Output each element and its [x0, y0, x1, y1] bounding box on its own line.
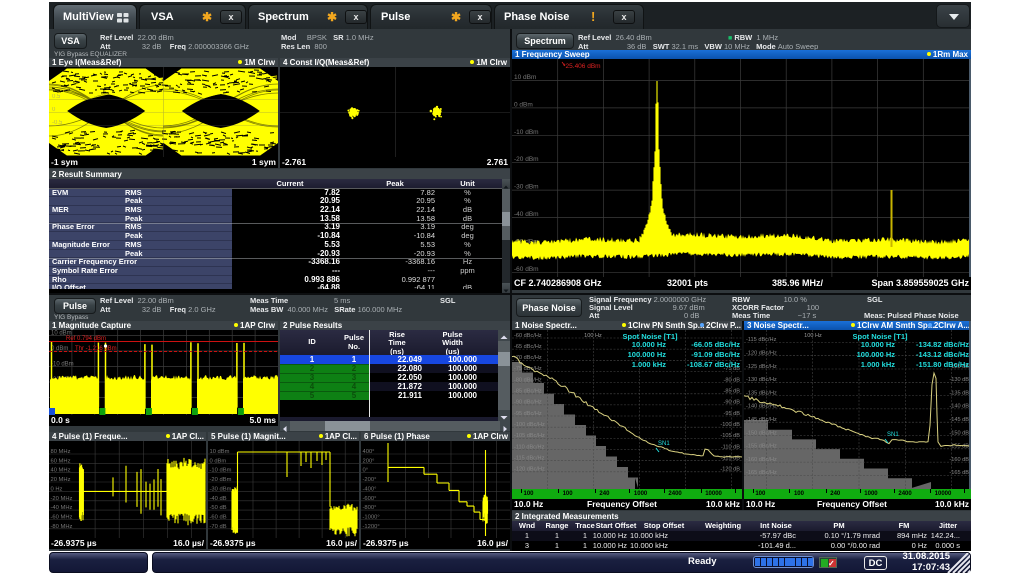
- svg-text:20 MHz: 20 MHz: [51, 477, 71, 483]
- svg-text:0 dBm: 0 dBm: [210, 458, 227, 464]
- svg-text:60 MHz: 60 MHz: [51, 458, 71, 464]
- svg-text:-95 dB: -95 dB: [724, 411, 741, 417]
- svg-text:-110 dB: -110 dB: [721, 444, 740, 450]
- svg-text:10.000 Hz: 10.000 Hz: [632, 340, 666, 349]
- svg-text:*25.406 dBm: *25.406 dBm: [563, 63, 601, 70]
- svg-text:-0.5: -0.5: [52, 120, 63, 126]
- svg-text:-90 dB: -90 dB: [724, 400, 741, 406]
- svg-text:-80 dBc/Hz: -80 dBc/Hz: [514, 377, 542, 383]
- svg-text:-60 dBc/Hz: -60 dBc/Hz: [514, 333, 542, 339]
- svg-text:0 Hz: 0 Hz: [51, 486, 63, 492]
- svg-text:-200°: -200°: [363, 477, 377, 483]
- svg-text:-10 dBm: -10 dBm: [210, 468, 232, 474]
- svg-text:-85 dB: -85 dB: [724, 389, 741, 395]
- svg-text:-120 dBc/Hz: -120 dBc/Hz: [746, 351, 777, 357]
- svg-text:-160 dB: -160 dB: [949, 457, 969, 463]
- svg-text:-115 dBc/Hz: -115 dBc/Hz: [514, 456, 545, 462]
- svg-text:-130 dBc/Hz: -130 dBc/Hz: [746, 377, 777, 383]
- svg-text:100.000 Hz: 100.000 Hz: [857, 350, 896, 359]
- svg-text:-30 dBm: -30 dBm: [210, 486, 232, 492]
- svg-text:-145 dB: -145 dB: [949, 417, 969, 423]
- svg-text:-125 dBc/Hz: -125 dBc/Hz: [746, 364, 777, 370]
- svg-text:-130 dB: -130 dB: [949, 377, 969, 383]
- svg-text:100 Hz: 100 Hz: [804, 333, 822, 339]
- svg-text:-50 dB: -50 dB: [210, 505, 227, 511]
- svg-text:0.5: 0.5: [52, 94, 61, 100]
- svg-text:-600°: -600°: [363, 496, 377, 502]
- svg-text:100.000 Hz: 100.000 Hz: [628, 350, 667, 359]
- svg-text:-10 dBm: -10 dBm: [514, 129, 539, 136]
- svg-text:-135 dB: -135 dB: [949, 390, 969, 396]
- svg-text:-65 dBc/Hz: -65 dBc/Hz: [514, 344, 542, 350]
- svg-text:-134.82 dBc/Hz: -134.82 dBc/Hz: [916, 340, 969, 349]
- svg-text:-20 dBm: -20 dBm: [514, 156, 539, 163]
- svg-text:-140 dB: -140 dB: [949, 404, 969, 410]
- svg-text:10 dBm: 10 dBm: [210, 449, 230, 455]
- svg-text:-120 dBc/Hz: -120 dBc/Hz: [514, 467, 545, 473]
- svg-text:Ref 0.794 dBm: Ref 0.794 dBm: [66, 336, 106, 342]
- svg-text:-95 dBc/Hz: -95 dBc/Hz: [514, 411, 542, 417]
- svg-text:-105 dBc/Hz: -105 dBc/Hz: [514, 433, 545, 439]
- svg-text:-120 dB: -120 dB: [720, 467, 740, 473]
- svg-text:0 dBm: 0 dBm: [514, 101, 533, 108]
- svg-text:-20 MHz: -20 MHz: [51, 496, 73, 502]
- svg-text:10 dBm: 10 dBm: [514, 74, 536, 81]
- svg-text:-1200°: -1200°: [363, 524, 380, 530]
- svg-text:-115 dBc/Hz: -115 dBc/Hz: [746, 337, 777, 343]
- svg-text:-30 dBm: -30 dBm: [514, 184, 539, 191]
- svg-text:-145 dBc/Hz: -145 dBc/Hz: [746, 417, 777, 423]
- svg-text:1.000 kHz: 1.000 kHz: [861, 360, 895, 369]
- svg-text:-150 dB: -150 dB: [949, 430, 969, 436]
- svg-text:80 MHz: 80 MHz: [51, 449, 71, 455]
- svg-text:-105 dB: -105 dB: [720, 433, 740, 439]
- svg-text:-80 dB: -80 dB: [724, 377, 741, 383]
- svg-text:-108.67 dBc/Hz: -108.67 dBc/Hz: [687, 360, 740, 369]
- svg-text:-155 dBc/Hz: -155 dBc/Hz: [746, 444, 777, 450]
- svg-text:-110 dBc/Hz: -110 dBc/Hz: [514, 444, 545, 450]
- svg-text:-135 dBc/Hz: -135 dBc/Hz: [746, 390, 777, 396]
- svg-text:-100 dB: -100 dB: [720, 422, 740, 428]
- svg-text:-800°: -800°: [363, 505, 377, 511]
- svg-text:-90 dBc/Hz: -90 dBc/Hz: [514, 400, 542, 406]
- svg-text:-165 dBc/Hz: -165 dBc/Hz: [746, 470, 777, 476]
- svg-text:-160 dBc/Hz: -160 dBc/Hz: [746, 457, 777, 463]
- svg-text:-143.12 dBc/Hz: -143.12 dBc/Hz: [916, 350, 969, 359]
- svg-text:SN1: SN1: [887, 432, 899, 438]
- svg-text:-151.80 dBc/Hz: -151.80 dBc/Hz: [916, 360, 969, 369]
- svg-text:-20 dBm: -20 dBm: [210, 477, 232, 483]
- svg-text:0°: 0°: [363, 468, 369, 474]
- svg-text:-100 dBc/Hz: -100 dBc/Hz: [514, 422, 545, 428]
- svg-text:-165 dB: -165 dB: [949, 470, 969, 476]
- svg-text:-40 MHz: -40 MHz: [51, 505, 73, 511]
- svg-text:40 MHz: 40 MHz: [51, 468, 71, 474]
- svg-text:SN1: SN1: [658, 441, 670, 447]
- svg-text:-80 MHz: -80 MHz: [51, 524, 73, 530]
- svg-text:-60 dB: -60 dB: [210, 515, 227, 521]
- svg-text:-70 dB: -70 dB: [210, 524, 227, 530]
- svg-text:-66.05 dBc/Hz: -66.05 dBc/Hz: [691, 340, 740, 349]
- svg-text:200°: 200°: [363, 458, 375, 464]
- svg-text:-155 dB: -155 dB: [949, 444, 969, 450]
- svg-text:1.000 kHz: 1.000 kHz: [632, 360, 666, 369]
- svg-text:100 Hz: 100 Hz: [584, 333, 602, 339]
- svg-text:400°: 400°: [363, 449, 375, 455]
- svg-text:-85 dBc/Hz: -85 dBc/Hz: [514, 389, 542, 395]
- svg-text:-60 MHz: -60 MHz: [51, 515, 73, 521]
- svg-text:-40 dB: -40 dB: [210, 496, 227, 502]
- svg-text:Thr -1.216 dBm: Thr -1.216 dBm: [75, 346, 117, 352]
- svg-text:-1000°: -1000°: [363, 515, 380, 521]
- svg-text:-150 dBc/Hz: -150 dBc/Hz: [746, 430, 777, 436]
- svg-text:-60 dBm: -60 dBm: [514, 266, 539, 273]
- svg-text:-10 dBm: -10 dBm: [51, 362, 74, 368]
- svg-text:-400°: -400°: [363, 486, 377, 492]
- svg-text:10.000 Hz: 10.000 Hz: [861, 340, 895, 349]
- svg-text:-40 dBm: -40 dBm: [514, 211, 539, 218]
- svg-text:-91.09 dBc/Hz: -91.09 dBc/Hz: [691, 350, 740, 359]
